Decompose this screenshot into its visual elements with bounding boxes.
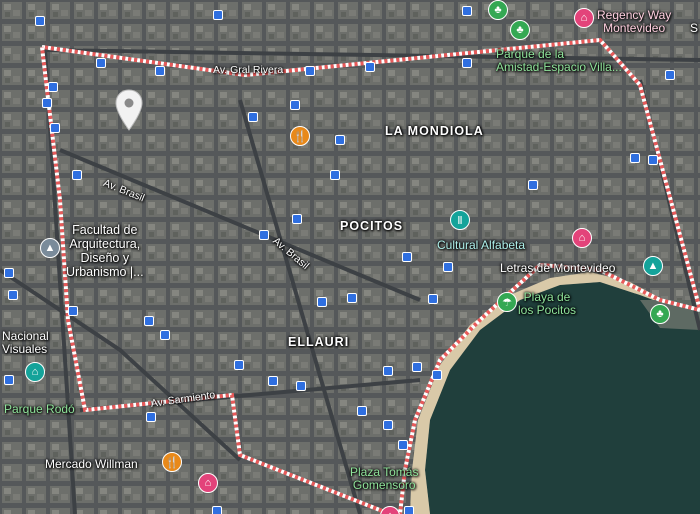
- bus-stop-icon[interactable]: [213, 10, 223, 20]
- map-view[interactable]: 🍴 🍴 ⌂ ⌂ ⌂ ⌂ ♣ ☂ ♣ Ⅱ ▲ ⌂ ▲ ♣ LA MONDIOLA …: [0, 0, 700, 514]
- school-icon[interactable]: ▲: [40, 238, 60, 258]
- bus-stop-icon[interactable]: [234, 360, 244, 370]
- bus-stop-icon[interactable]: [146, 412, 156, 422]
- bus-stop-icon[interactable]: [404, 506, 414, 514]
- hotel-icon[interactable]: ⌂: [574, 8, 594, 28]
- area-label-pocitos: POCITOS: [340, 219, 404, 233]
- museum-icon[interactable]: ⌂: [25, 362, 45, 382]
- bus-stop-icon[interactable]: [443, 262, 453, 272]
- bus-stop-icon[interactable]: [248, 112, 258, 122]
- bus-stop-icon[interactable]: [402, 252, 412, 262]
- bus-stop-icon[interactable]: [462, 58, 472, 68]
- restaurant-icon[interactable]: 🍴: [290, 126, 310, 146]
- bus-stop-icon[interactable]: [412, 362, 422, 372]
- area-label-la-mondiola: LA MONDIOLA: [385, 124, 484, 138]
- place-label-playa[interactable]: Playa de los Pocitos: [518, 291, 576, 317]
- bus-stop-icon[interactable]: [305, 66, 315, 76]
- dropped-pin-icon[interactable]: [114, 88, 144, 132]
- place-label-regency[interactable]: Regency Way Montevideo: [597, 9, 671, 35]
- place-label-parque-amistad[interactable]: Parque de la Amistad-Espacio Villa...: [496, 48, 622, 74]
- bus-stop-icon[interactable]: [296, 381, 306, 391]
- bus-stop-icon[interactable]: [48, 82, 58, 92]
- park-icon[interactable]: ♣: [488, 0, 508, 20]
- bus-stop-icon[interactable]: [648, 155, 658, 165]
- park-icon[interactable]: ♣: [510, 20, 530, 40]
- bus-stop-icon[interactable]: [290, 100, 300, 110]
- place-label-plaza[interactable]: Plaza Tomás Gomensoro: [350, 466, 418, 492]
- bus-stop-icon[interactable]: [96, 58, 106, 68]
- place-label-mercado[interactable]: Mercado Willman: [45, 458, 138, 471]
- place-label-corner: S: [690, 21, 699, 35]
- bus-stop-icon[interactable]: [383, 366, 393, 376]
- park-icon[interactable]: ♣: [650, 304, 670, 324]
- bus-stop-icon[interactable]: [330, 170, 340, 180]
- restaurant-icon[interactable]: 🍴: [162, 452, 182, 472]
- hotel-icon[interactable]: ⌂: [572, 228, 592, 248]
- place-label-letras[interactable]: Letras de Montevideo: [500, 262, 615, 275]
- bus-stop-icon[interactable]: [292, 214, 302, 224]
- place-label-facultad[interactable]: Facultad de Arquitectura, Diseño y Urban…: [66, 223, 144, 279]
- bus-stop-icon[interactable]: [462, 6, 472, 16]
- bus-stop-icon[interactable]: [428, 294, 438, 304]
- bus-stop-icon[interactable]: [160, 330, 170, 340]
- bus-stop-icon[interactable]: [4, 375, 14, 385]
- area-label-ellauri: ELLAURI: [288, 335, 350, 349]
- beach-icon[interactable]: ☂: [497, 292, 517, 312]
- place-label-cultural[interactable]: Cultural Alfabeta: [437, 239, 525, 252]
- bus-stop-icon[interactable]: [398, 440, 408, 450]
- bus-stop-icon[interactable]: [335, 135, 345, 145]
- bus-stop-icon[interactable]: [35, 16, 45, 26]
- bus-stop-icon[interactable]: [4, 268, 14, 278]
- bus-stop-icon[interactable]: [144, 316, 154, 326]
- monument-icon[interactable]: Ⅱ: [450, 210, 470, 230]
- bus-stop-icon[interactable]: [212, 506, 222, 514]
- hotel-icon[interactable]: ⌂: [198, 473, 218, 493]
- place-label-nacional[interactable]: Nacional Visuales: [2, 330, 49, 356]
- bus-stop-icon[interactable]: [268, 376, 278, 386]
- bus-stop-icon[interactable]: [8, 290, 18, 300]
- bus-stop-icon[interactable]: [72, 170, 82, 180]
- bus-stop-icon[interactable]: [155, 66, 165, 76]
- bus-stop-icon[interactable]: [42, 98, 52, 108]
- bus-stop-icon[interactable]: [317, 297, 327, 307]
- monument-icon[interactable]: ▲: [643, 256, 663, 276]
- road-label-gral-rivera: Av. Gral Rivera: [213, 64, 284, 76]
- bus-stop-icon[interactable]: [528, 180, 538, 190]
- bus-stop-icon[interactable]: [50, 123, 60, 133]
- bus-stop-icon[interactable]: [432, 370, 442, 380]
- bus-stop-icon[interactable]: [259, 230, 269, 240]
- bus-stop-icon[interactable]: [383, 420, 393, 430]
- bus-stop-icon[interactable]: [357, 406, 367, 416]
- bus-stop-icon[interactable]: [68, 306, 78, 316]
- bus-stop-icon[interactable]: [630, 153, 640, 163]
- bus-stop-icon[interactable]: [665, 70, 675, 80]
- bus-stop-icon[interactable]: [347, 293, 357, 303]
- place-label-parque-rodo[interactable]: Parque Rodó: [4, 403, 75, 416]
- bus-stop-icon[interactable]: [365, 62, 375, 72]
